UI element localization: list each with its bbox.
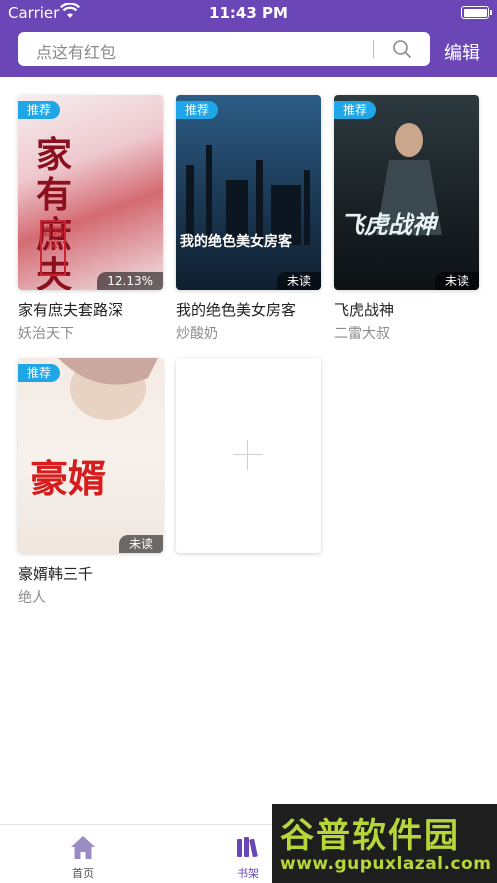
plus-icon [233,440,263,470]
clock: 11:43 PM [209,4,288,22]
recommend-badge: 推荐 [18,364,60,382]
book-title[interactable]: 我的绝色美女房客 [176,299,296,320]
recommend-badge: 推荐 [176,101,218,119]
books-icon [237,837,258,858]
watermark-url: www.gupuxlazal.com [280,854,492,874]
recommend-badge: 推荐 [18,101,60,119]
book-title[interactable]: 家有庶夫套路深 [18,299,123,320]
read-status: 未读 [276,272,321,290]
tab-home[interactable]: 首页 [33,825,133,883]
read-progress: 12.13% [97,272,163,290]
home-icon [71,836,95,859]
book-author: 妖治天下 [18,326,74,342]
watermark-logo: 谷普软件园 www.gupuxlazal.com [272,804,497,883]
book-title[interactable]: 豪婿韩三千 [18,563,93,584]
status-bar: Carrier 11:43 PM [0,0,497,26]
cover-title-art: 豪婿 [30,456,107,501]
cover-subtitle-art: 套路深 [40,220,66,276]
search-divider [373,40,374,58]
book-author: 炒酸奶 [176,326,218,342]
search-bar[interactable]: 点这有红包 [18,32,430,66]
book-cover[interactable]: 飞虎战神 推荐 未读 [334,95,479,290]
read-status: 未读 [118,535,163,553]
read-status: 未读 [434,272,479,290]
cover-title-art: 我的绝色美女房客 [180,234,292,250]
watermark-title: 谷普软件园 [280,816,460,856]
book-author: 二雷大叔 [334,326,390,342]
cover-illustration [186,145,310,245]
battery-icon [461,6,492,19]
book-cover[interactable]: 家有庶夫 套路深 推荐 12.13% [18,95,163,290]
add-book-button[interactable] [176,358,321,553]
book-author: 绝人 [18,590,46,606]
search-icon[interactable] [392,39,412,59]
tab-home-label: 首页 [72,867,94,880]
book-cover[interactable]: 豪婿 推荐 未读 [18,358,163,553]
edit-button[interactable]: 编辑 [444,39,480,65]
book-title[interactable]: 飞虎战神 [334,299,394,320]
cover-title-art: 飞虎战神 [340,211,436,239]
top-bar: Carrier 11:43 PM 点这有红包 编辑 [0,0,497,77]
recommend-badge: 推荐 [334,101,376,119]
book-cover[interactable]: 我的绝色美女房客 推荐 未读 [176,95,321,290]
search-input[interactable]: 点这有红包 [36,39,116,63]
